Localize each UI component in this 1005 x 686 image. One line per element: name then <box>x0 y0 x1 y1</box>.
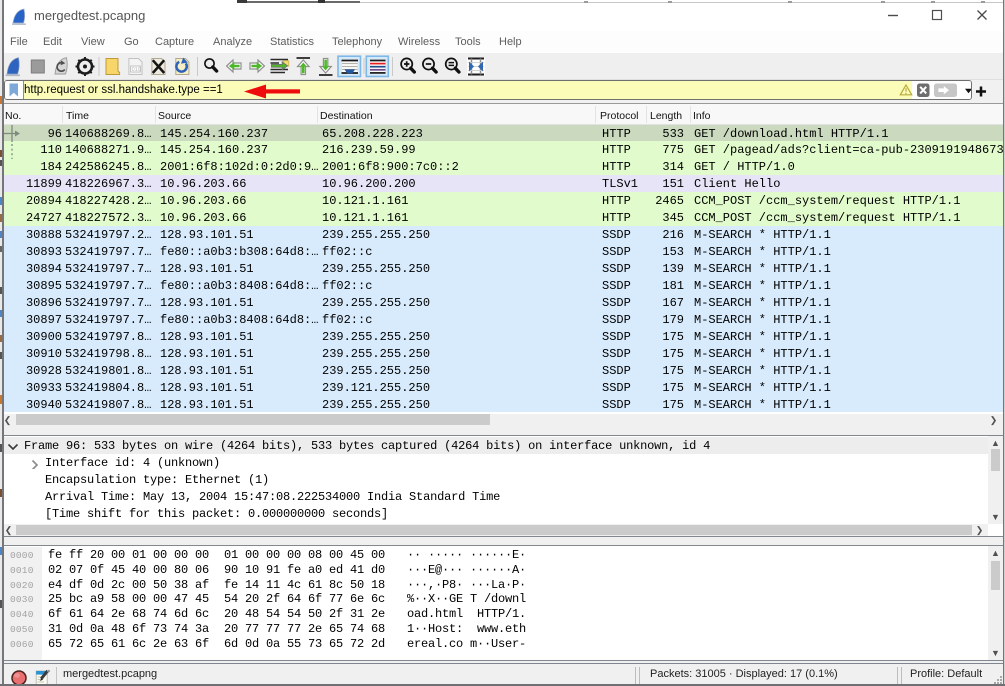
svg-text:010: 010 <box>132 67 141 73</box>
